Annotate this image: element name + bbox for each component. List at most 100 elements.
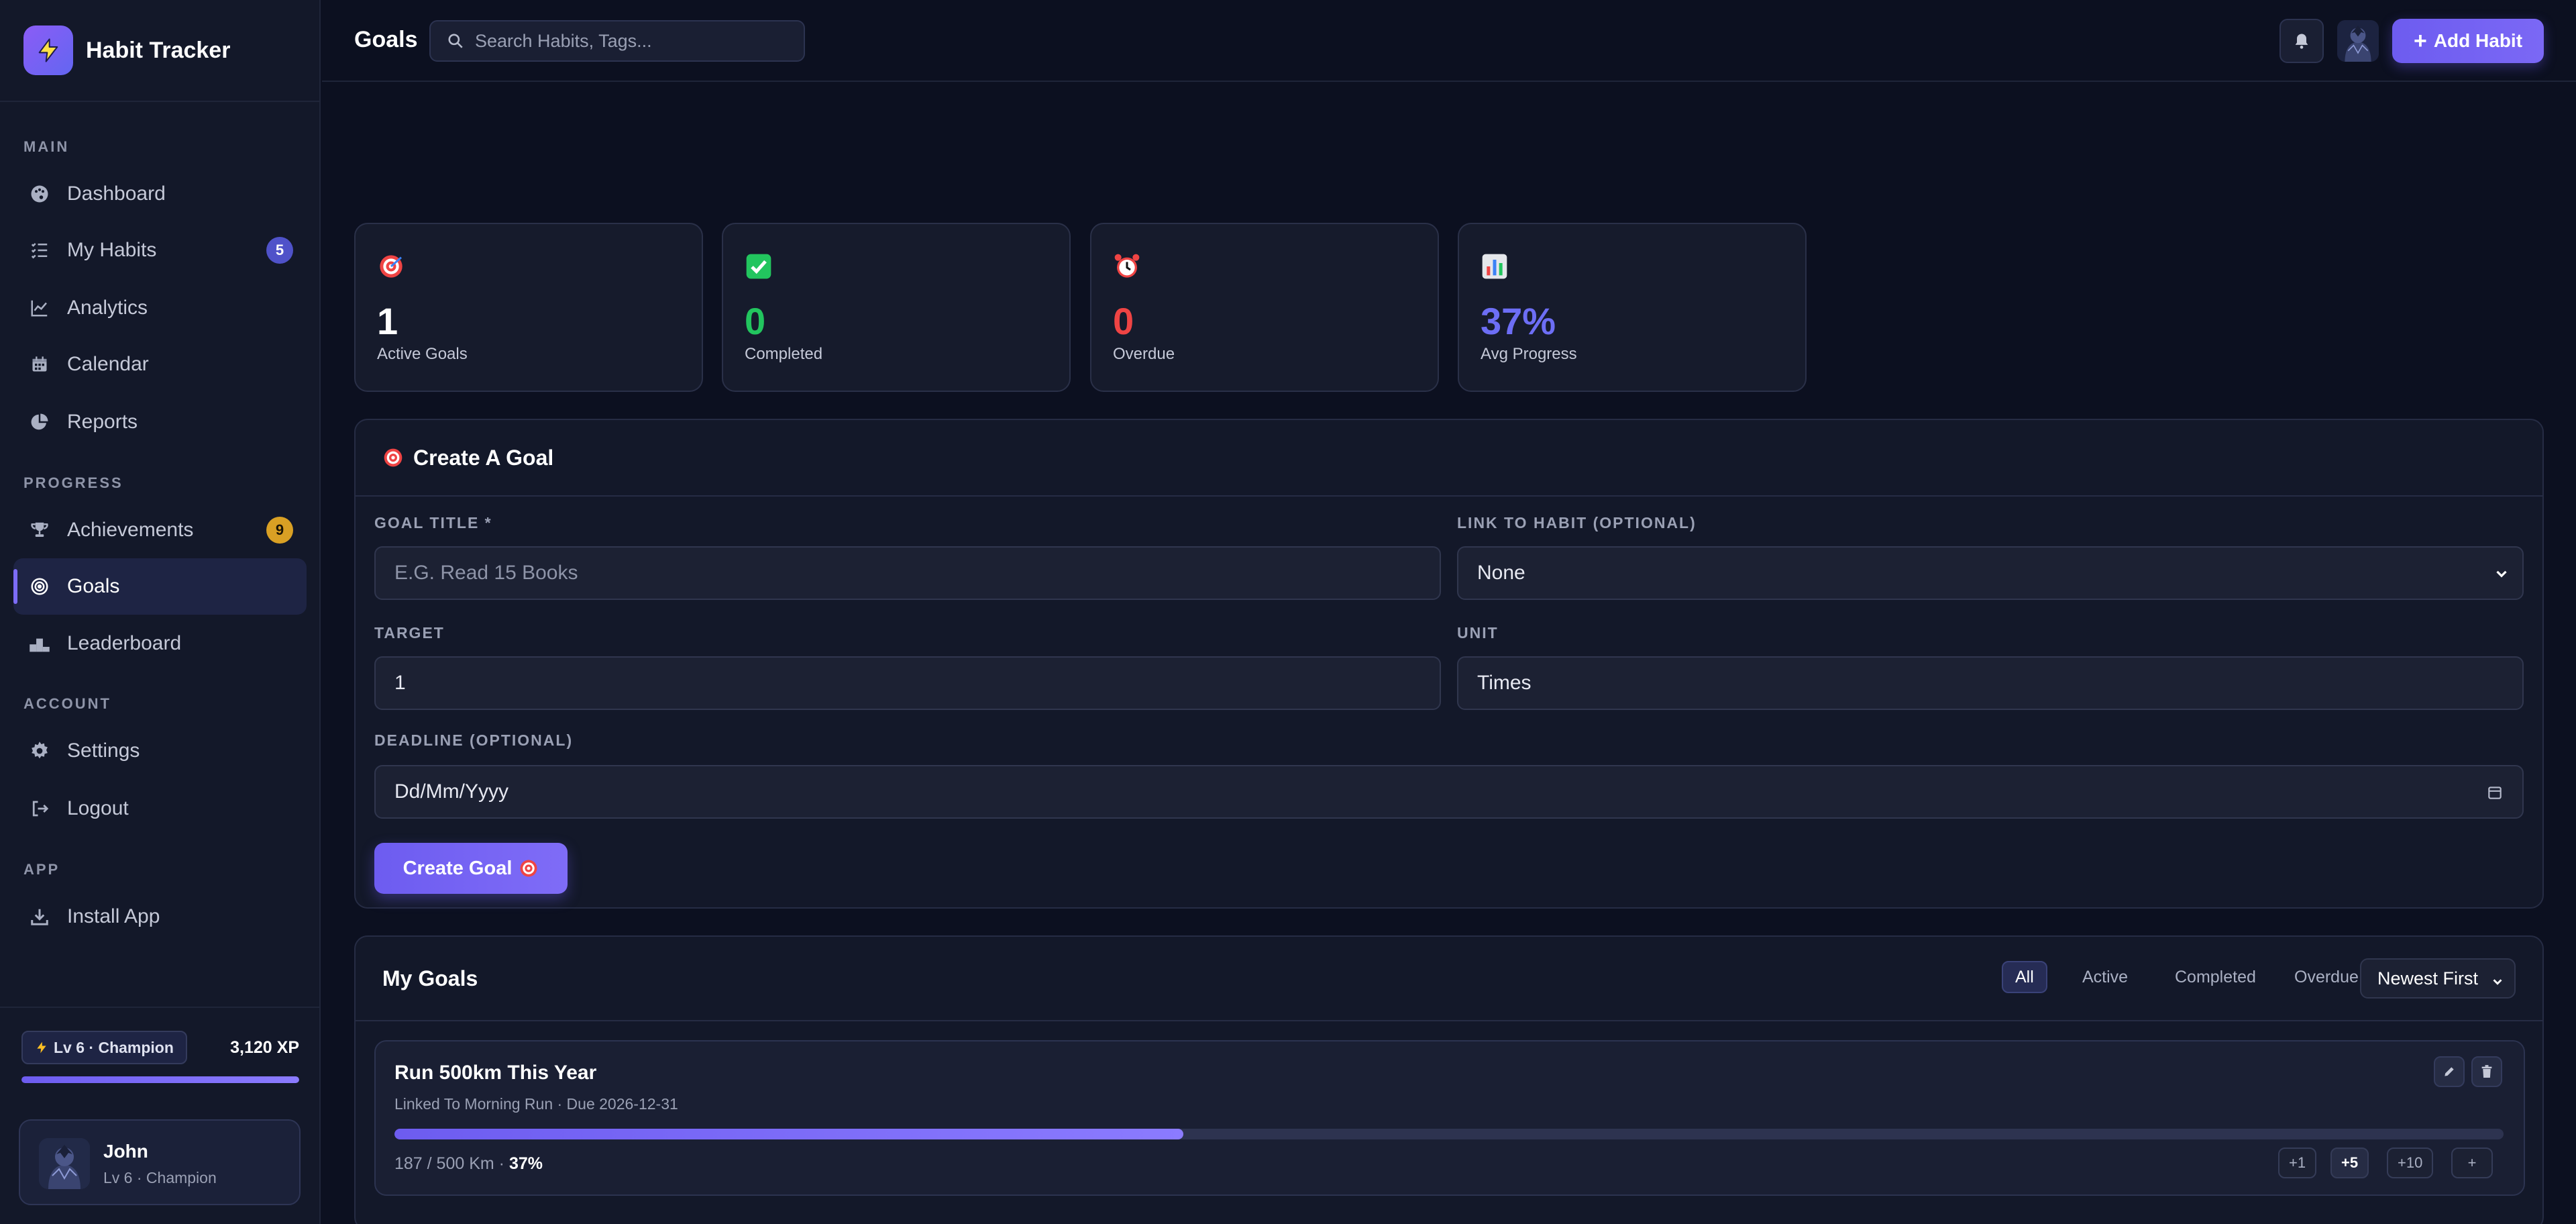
sidebar-item-label: Achievements (67, 519, 194, 541)
my-goals-panel: My Goals All Active Completed Overdue Ne… (354, 935, 2544, 1224)
sidebar-item-label: Leaderboard (67, 632, 182, 654)
create-goal-panel: Create A Goal GOAL TITLE * E.G. Read 15 … (354, 419, 2544, 909)
custom-increment-button[interactable]: + (2451, 1148, 2493, 1178)
search-input[interactable] (475, 30, 784, 52)
sidebar-item-install-app[interactable]: Install App (13, 888, 307, 945)
podium-icon (28, 632, 51, 655)
sidebar-item-dashboard[interactable]: Dashboard (13, 166, 307, 222)
avatar (39, 1138, 90, 1189)
sidebar-item-logout[interactable]: Logout (13, 780, 307, 837)
goal-title-label: GOAL TITLE * (374, 514, 492, 531)
increment-5-button[interactable]: +5 (2330, 1148, 2369, 1178)
stat-value: 1 (377, 300, 398, 342)
create-goal-title: Create A Goal (413, 445, 554, 470)
sidebar-item-reports[interactable]: Reports (13, 394, 307, 450)
stat-card-active-goals: 1 Active Goals (354, 223, 703, 392)
sort-value: Newest First (2377, 968, 2479, 988)
brand[interactable]: Habit Tracker (0, 0, 319, 102)
sidebar-item-label: My Habits (67, 239, 157, 261)
sort-select[interactable]: Newest First (2360, 958, 2516, 999)
goal-card: Run 500km This Year Linked To Morning Ru… (374, 1040, 2525, 1196)
sidebar-item-label: Install App (67, 905, 160, 927)
stat-label: Active Goals (377, 345, 468, 363)
goal-progress-text: 187 / 500 Km · 37% (394, 1154, 543, 1174)
goal-progress-fill (394, 1129, 1183, 1139)
deadline-input[interactable]: Dd/Mm/Yyyy (374, 765, 2524, 819)
lightning-icon (23, 26, 73, 75)
create-goal-label: Create Goal (402, 857, 513, 879)
filter-tab-completed[interactable]: Completed (2163, 961, 2268, 993)
top-header: Goals + Add Habit (322, 0, 2576, 82)
trophy-icon (28, 519, 51, 542)
sidebar-item-leaderboard[interactable]: Leaderboard (13, 615, 307, 672)
search-box[interactable] (429, 20, 805, 62)
increment-10-button[interactable]: +10 (2387, 1148, 2434, 1178)
calendar-icon (28, 353, 51, 376)
bullseye-icon (28, 575, 51, 598)
level-pill-text: Lv 6 · Champion (54, 1038, 174, 1056)
xp-progress-fill (21, 1076, 299, 1083)
sidebar: Habit Tracker MAIN Dashboard My Habits 5… (0, 0, 321, 1224)
sidebar-item-goals[interactable]: Goals (13, 558, 307, 615)
unit-label: UNIT (1457, 624, 1499, 642)
stat-value: 37% (1481, 300, 1556, 342)
sidebar-item-label: Dashboard (67, 183, 166, 205)
stat-card-overdue: 0 Overdue (1090, 223, 1439, 392)
sidebar-item-label: Calendar (67, 353, 149, 375)
user-card[interactable]: John Lv 6 · Champion (19, 1119, 301, 1205)
goal-title: Run 500km This Year (394, 1062, 597, 1084)
add-habit-label: Add Habit (2433, 30, 2523, 51)
pie-chart-icon (28, 411, 51, 434)
filter-tab-active[interactable]: Active (2070, 961, 2140, 993)
trash-icon (2481, 1065, 2493, 1078)
page-title: Goals (354, 27, 418, 52)
plus-icon: + (2413, 28, 2427, 54)
nav-section-main: MAIN (23, 138, 70, 155)
level-pill: Lv 6 · Champion (21, 1031, 187, 1064)
stat-value: 0 (1113, 300, 1134, 342)
nav-section-progress: PROGRESS (23, 474, 123, 491)
target-icon (382, 447, 404, 468)
stat-card-avg-progress: 37% Avg Progress (1458, 223, 1807, 392)
bar-chart-icon (1481, 252, 1509, 280)
link-habit-value: None (1477, 562, 1525, 584)
check-icon (745, 252, 773, 280)
target-icon (519, 858, 539, 878)
filter-tab-all[interactable]: All (2002, 961, 2047, 993)
target-input[interactable]: 1 (374, 656, 1441, 710)
stat-label: Overdue (1113, 345, 1175, 363)
sidebar-item-label: Logout (67, 797, 129, 819)
xp-summary: Lv 6 · Champion 3,120 XP (0, 1007, 321, 1101)
add-habit-button[interactable]: + Add Habit (2392, 19, 2544, 63)
deadline-label: DEADLINE (OPTIONAL) (374, 731, 574, 749)
create-goal-button[interactable]: Create Goal (374, 843, 568, 894)
filter-tab-overdue[interactable]: Overdue (2282, 961, 2371, 993)
sidebar-item-settings[interactable]: Settings (13, 723, 307, 779)
edit-goal-button[interactable] (2434, 1056, 2465, 1087)
sidebar-item-analytics[interactable]: Analytics (13, 280, 307, 336)
link-habit-select[interactable]: None (1457, 546, 2524, 600)
sidebar-item-label: Goals (67, 575, 120, 597)
increment-1-button[interactable]: +1 (2278, 1148, 2317, 1178)
user-level: Lv 6 · Champion (103, 1169, 217, 1186)
nav-section-account: ACCOUNT (23, 695, 111, 712)
user-name: John (103, 1141, 148, 1162)
goal-title-input[interactable]: E.G. Read 15 Books (374, 546, 1441, 600)
header-avatar[interactable] (2337, 20, 2379, 62)
habits-count-badge: 5 (266, 237, 293, 264)
search-icon (447, 32, 464, 50)
chevron-down-icon (2490, 973, 2505, 994)
pencil-icon (2443, 1065, 2456, 1078)
delete-goal-button[interactable] (2471, 1056, 2502, 1087)
sidebar-item-calendar[interactable]: Calendar (13, 336, 307, 393)
stat-value: 0 (745, 300, 766, 342)
sidebar-item-achievements[interactable]: Achievements 9 (13, 502, 307, 558)
notifications-button[interactable] (2279, 19, 2324, 63)
achievements-count-badge: 9 (266, 517, 293, 544)
deadline-value: Dd/Mm/Yyyy (394, 780, 509, 803)
sidebar-item-label: Analytics (67, 297, 148, 319)
sidebar-item-my-habits[interactable]: My Habits 5 (13, 222, 307, 278)
xp-total: 3,120 XP (230, 1038, 299, 1057)
calendar-icon[interactable] (2486, 784, 2504, 807)
unit-input[interactable]: Times (1457, 656, 2524, 710)
